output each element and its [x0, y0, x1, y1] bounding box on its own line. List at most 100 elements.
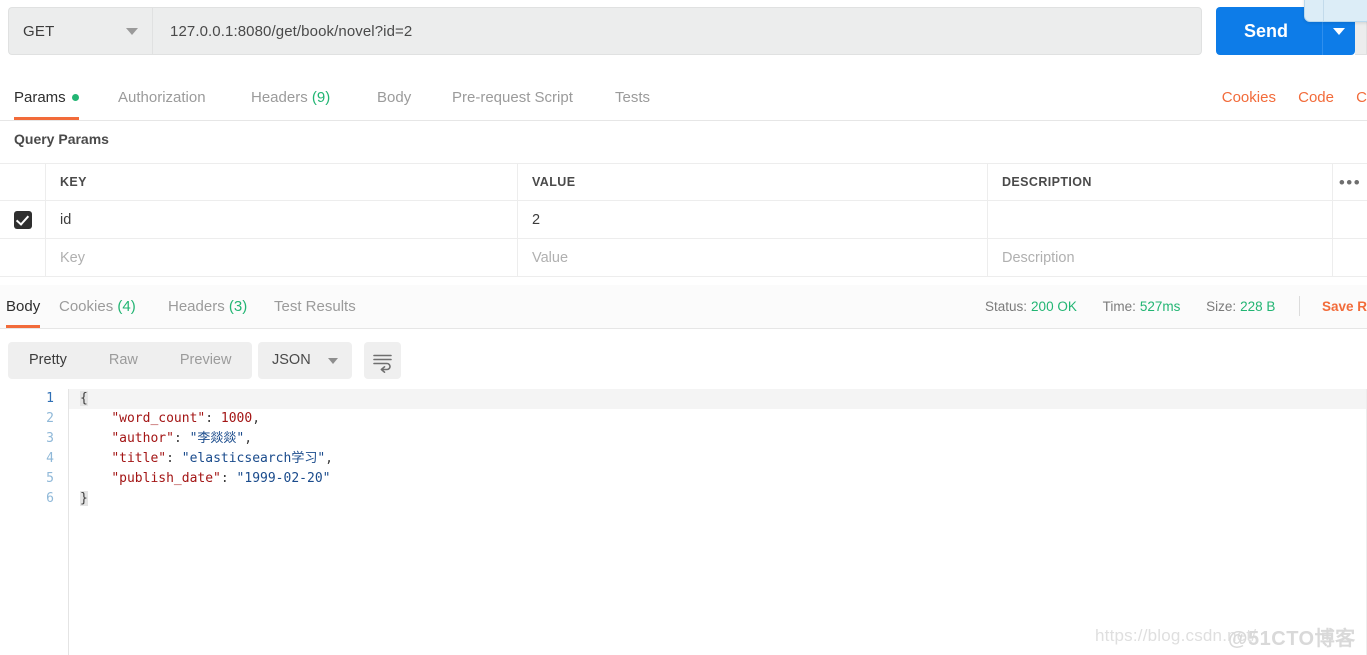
code-token: {: [80, 391, 88, 406]
status-value: 200 OK: [1031, 299, 1077, 314]
code-token: }: [80, 491, 88, 506]
header-cell-key: KEY: [46, 164, 518, 200]
http-method-label: GET: [23, 22, 55, 40]
param-key-value: id: [60, 211, 72, 228]
code-token: :: [220, 471, 237, 486]
param-enabled-checkbox[interactable]: [13, 210, 32, 229]
code-token: "word_count": [111, 411, 206, 426]
meta-divider: [1299, 296, 1301, 317]
line-number: 4: [46, 451, 54, 466]
response-tab-test-results[interactable]: Test Results: [274, 285, 356, 328]
tab-headers-label: Headers: [251, 89, 308, 106]
row-value-cell[interactable]: 2: [518, 201, 988, 238]
comments-link[interactable]: C: [1356, 89, 1367, 106]
line-number: 6: [46, 491, 54, 506]
tab-tests[interactable]: Tests: [615, 76, 650, 120]
tab-headers[interactable]: Headers (9): [251, 76, 330, 120]
code-line: "word_count": 1000,: [69, 409, 1367, 429]
url-input[interactable]: [168, 21, 1201, 41]
empty-row-actions-cell: [1333, 239, 1367, 276]
view-mode-raw[interactable]: Raw: [88, 342, 159, 379]
response-tab-body[interactable]: Body: [6, 285, 41, 328]
new-param-value-placeholder: Value: [532, 249, 569, 266]
query-params-title: Query Params: [14, 131, 109, 147]
query-params-table: KEY VALUE DESCRIPTION ••• id 2 Key Value…: [0, 163, 1367, 277]
row-checkbox-cell[interactable]: [0, 201, 46, 238]
response-format-select[interactable]: JSON: [258, 342, 352, 379]
cookies-link[interactable]: Cookies: [1222, 89, 1276, 106]
row-actions-cell: [1333, 201, 1367, 238]
response-tab-headers[interactable]: Headers (3): [168, 285, 247, 328]
response-json-code[interactable]: { "word_count": 1000, "author": "李燚燚", "…: [69, 389, 1367, 655]
row-key-cell[interactable]: id: [46, 201, 518, 238]
response-tab-body-label: Body: [6, 298, 41, 315]
tab-params[interactable]: Params: [14, 76, 79, 120]
request-url-bar: GET Send 中: [0, 0, 1367, 62]
header-cell-value: VALUE: [518, 164, 988, 200]
response-tab-cookies-count: (4): [117, 298, 136, 315]
size-value: 228 B: [1240, 299, 1276, 314]
chevron-down-icon: [1333, 28, 1345, 35]
url-input-container[interactable]: [152, 7, 1202, 55]
code-token: "李燚燚": [189, 431, 245, 446]
code-link[interactable]: Code: [1298, 89, 1334, 106]
param-value-value: 2: [532, 211, 541, 228]
line-number: 1: [46, 391, 54, 406]
table-row-empty: Key Value Description: [0, 239, 1367, 277]
code-line: "publish_date": "1999-02-20": [69, 469, 1367, 489]
view-mode-pretty[interactable]: Pretty: [8, 342, 88, 379]
view-mode-preview[interactable]: Preview: [159, 342, 253, 379]
line-number-gutter: 1 2 3 4 5 6: [0, 389, 69, 655]
time-value: 527ms: [1139, 299, 1181, 314]
code-token: ,: [325, 451, 333, 466]
empty-row-value-cell[interactable]: Value: [518, 239, 988, 276]
empty-row-key-cell[interactable]: Key: [46, 239, 518, 276]
line-number: 5: [46, 471, 54, 486]
code-token: "elasticsearch学习": [181, 451, 326, 466]
postman-window: GET Send 中 Params Authorization Headers …: [0, 0, 1367, 655]
tab-authorization[interactable]: Authorization: [118, 76, 206, 120]
code-token: :: [166, 451, 182, 466]
response-tab-headers-count: (3): [228, 298, 248, 315]
time-group: Time: 527ms: [1103, 299, 1181, 314]
code-token: ,: [252, 411, 261, 426]
tab-pre-request-script[interactable]: Pre-request Script: [452, 76, 573, 120]
bulk-edit-button[interactable]: •••: [1333, 164, 1367, 200]
line-number: 2: [46, 411, 54, 426]
tab-headers-count: (9): [311, 89, 331, 106]
response-tab-cookies[interactable]: Cookies (4): [59, 285, 136, 328]
request-tab-bar: Params Authorization Headers (9) Body Pr…: [0, 76, 1367, 121]
empty-row-checkbox-cell: [0, 239, 46, 276]
response-tab-cookies-label: Cookies: [59, 298, 114, 315]
http-method-select[interactable]: GET: [8, 7, 152, 55]
active-response-tab-underline: [6, 325, 41, 328]
new-param-description-placeholder: Description: [1002, 249, 1075, 266]
code-token: :: [173, 431, 190, 446]
row-description-cell[interactable]: [988, 201, 1333, 238]
tab-pre-request-script-label: Pre-request Script: [452, 89, 573, 106]
response-body-viewer[interactable]: 1 2 3 4 5 6 { "word_count": 1000, "author": "…: [0, 389, 1367, 655]
wrap-lines-button[interactable]: [364, 342, 401, 379]
header-cell-checkbox: [0, 164, 46, 200]
wrap-lines-icon: [373, 354, 392, 373]
tab-body[interactable]: Body: [377, 76, 411, 120]
ime-candidate-overlay: 中: [1304, 0, 1367, 22]
time-label: Time:: [1102, 299, 1136, 314]
code-line: {: [69, 389, 1367, 409]
ime-divider: [1323, 0, 1324, 21]
body-view-mode-group: Pretty Raw Preview: [8, 342, 253, 379]
tab-tests-label: Tests: [615, 89, 651, 106]
status-group: Status: 200 OK: [985, 299, 1077, 314]
line-number: 3: [46, 431, 54, 446]
response-tab-headers-label: Headers: [168, 298, 225, 315]
save-response-button[interactable]: Save R: [1322, 299, 1367, 314]
code-token: "author": [111, 431, 174, 446]
size-group: Size: 228 B: [1206, 299, 1275, 314]
code-token: 1000: [220, 411, 253, 426]
active-tab-underline: [14, 117, 79, 120]
empty-row-description-cell[interactable]: Description: [988, 239, 1333, 276]
response-meta: Status: 200 OK Time: 527ms Size: 228 B Save…: [963, 285, 1367, 328]
code-line: "title": "elasticsearch学习",: [69, 449, 1367, 469]
